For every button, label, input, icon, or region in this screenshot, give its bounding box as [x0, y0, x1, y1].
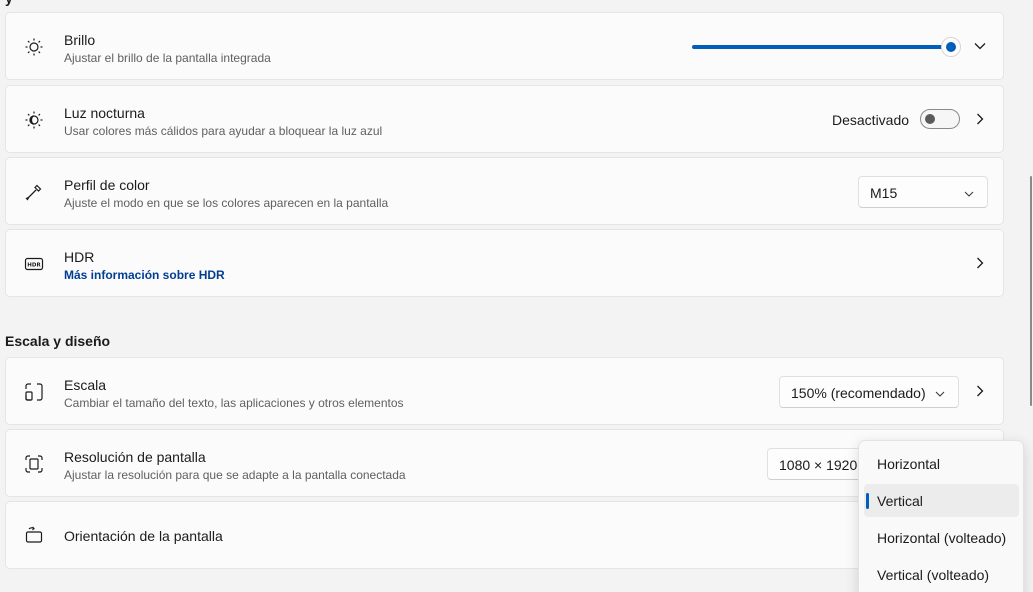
scale-selected: 150% (recomendado): [791, 385, 926, 401]
eyedropper-icon: [24, 182, 44, 202]
color-profile-subtitle: Ajuste el modo en que se los colores apa…: [64, 196, 389, 210]
night-light-subtitle: Usar colores más cálidos para ayudar a b…: [64, 124, 383, 138]
chevron-right-icon[interactable]: [973, 384, 987, 398]
hdr-card[interactable]: HDR HDR Más información sobre HDR: [5, 229, 1004, 297]
scale-icon: [24, 382, 44, 402]
option-label: Vertical: [877, 493, 923, 509]
scale-card[interactable]: Escala Cambiar el tamaño del texto, las …: [5, 357, 1004, 425]
color-profile-title: Perfil de color: [64, 177, 150, 193]
brightness-slider-thumb[interactable]: [941, 37, 961, 57]
orientation-option-horizontal[interactable]: Horizontal: [864, 447, 1019, 480]
color-profile-dropdown[interactable]: M15: [858, 176, 988, 208]
option-label: Horizontal (volteado): [877, 530, 1007, 546]
orientation-title: Orientación de la pantalla: [64, 528, 223, 544]
sun-icon: [24, 37, 44, 57]
night-light-title: Luz nocturna: [64, 105, 145, 121]
hdr-title: HDR: [64, 249, 95, 265]
chevron-right-icon[interactable]: [973, 256, 987, 270]
resolution-icon: [24, 454, 44, 474]
brightness-card[interactable]: Brillo Ajustar el brillo de la pantalla …: [5, 12, 1004, 80]
night-light-card[interactable]: Luz nocturna Usar colores más cálidos pa…: [5, 85, 1004, 153]
night-light-toggle[interactable]: [920, 109, 960, 129]
svg-text:HDR: HDR: [27, 263, 41, 269]
hdr-icon: HDR: [24, 254, 44, 274]
orientation-option-vertical[interactable]: Vertical: [864, 484, 1019, 517]
scrollbar[interactable]: [1030, 176, 1032, 406]
color-profile-card[interactable]: Perfil de color Ajuste el modo en que se…: [5, 157, 1004, 225]
orientation-menu: Horizontal Vertical Horizontal (volteado…: [858, 440, 1024, 592]
hdr-info-link[interactable]: Más información sobre HDR: [64, 268, 225, 282]
orientation-icon: [24, 526, 44, 546]
chevron-down-icon: [934, 387, 946, 399]
resolution-selected: 1080 × 1920 (: [779, 457, 866, 473]
scale-subtitle: Cambiar el tamaño del texto, las aplicac…: [64, 396, 404, 410]
resolution-card[interactable]: Resolución de pantalla Ajustar la resolu…: [5, 429, 1004, 497]
chevron-down-icon[interactable]: [973, 39, 987, 53]
section-heading-scale: Escala y diseño: [5, 333, 111, 349]
section-heading-partial: y: [5, 0, 13, 6]
scale-dropdown[interactable]: 150% (recomendado): [779, 376, 959, 408]
option-label: Horizontal: [877, 456, 941, 472]
night-light-icon: [24, 110, 44, 130]
night-light-status: Desactivado: [832, 112, 910, 128]
brightness-subtitle: Ajustar el brillo de la pantalla integra…: [64, 51, 271, 65]
brightness-title: Brillo: [64, 32, 96, 48]
orientation-option-horizontal-flipped[interactable]: Horizontal (volteado): [864, 521, 1019, 554]
orientation-card[interactable]: Orientación de la pantalla: [5, 501, 1004, 569]
orientation-option-vertical-flipped[interactable]: Vertical (volteado): [864, 558, 1019, 591]
option-label: Vertical (volteado): [877, 567, 990, 583]
resolution-title: Resolución de pantalla: [64, 449, 206, 465]
scale-title: Escala: [64, 377, 107, 393]
brightness-slider-track[interactable]: [692, 45, 954, 49]
chevron-right-icon[interactable]: [973, 112, 987, 126]
chevron-down-icon: [963, 187, 975, 199]
resolution-subtitle: Ajustar la resolución para que se adapte…: [64, 468, 406, 482]
color-profile-selected: M15: [870, 185, 898, 201]
